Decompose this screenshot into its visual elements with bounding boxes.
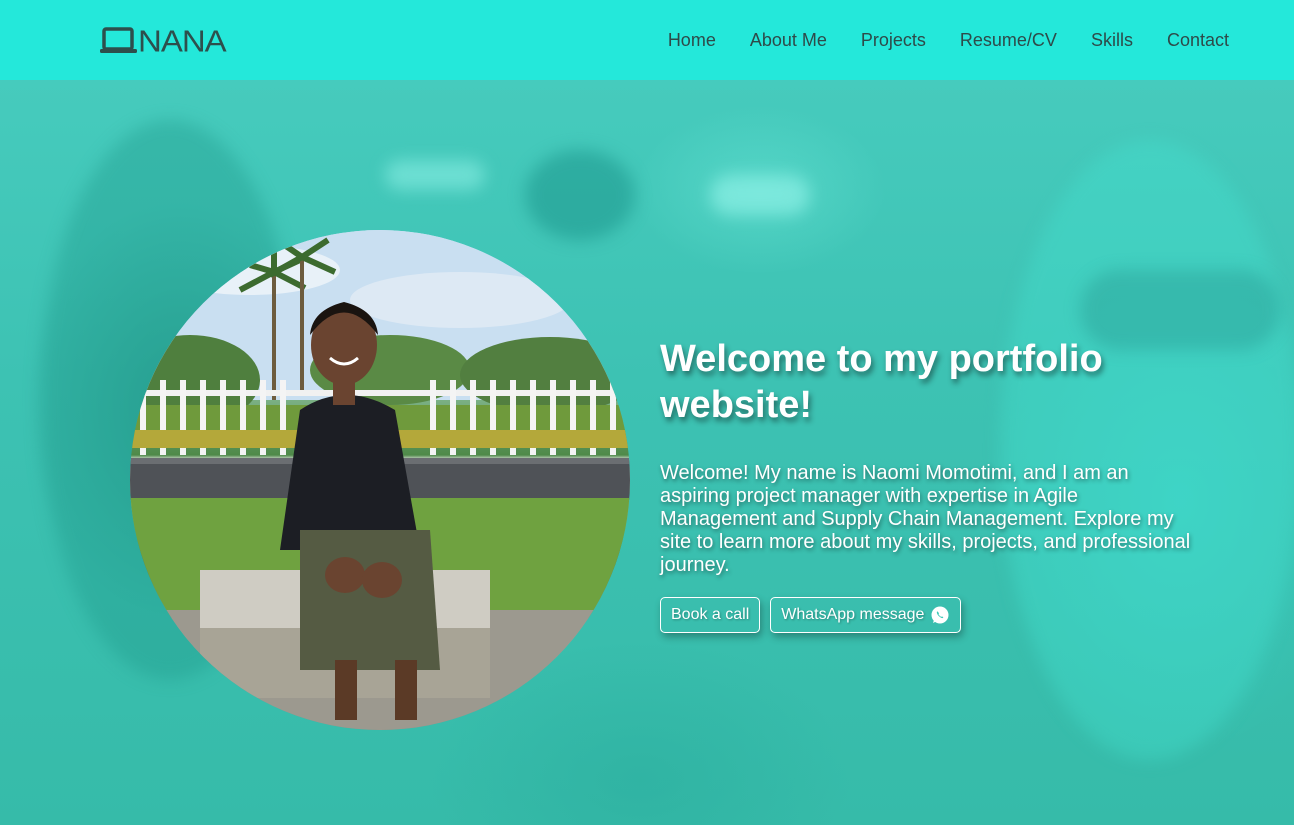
nav-projects[interactable]: Projects [861, 29, 926, 51]
laptop-icon [100, 27, 137, 53]
hero-text: Welcome to my portfolio website! Welcome… [660, 336, 1200, 633]
background-dark-shape [525, 150, 635, 240]
profile-photo [130, 230, 630, 730]
whatsapp-icon [931, 606, 949, 624]
logo[interactable]: NANA [100, 23, 227, 58]
background-light-2 [710, 175, 810, 215]
background-light-1 [385, 160, 485, 190]
book-call-label: Book a call [671, 606, 750, 623]
hero-actions: Book a call WhatsApp message [660, 597, 1200, 633]
whatsapp-label: WhatsApp message [781, 606, 925, 623]
nav-home[interactable]: Home [668, 29, 716, 51]
profile-photo-illustration [130, 230, 630, 730]
nav-contact[interactable]: Contact [1167, 29, 1229, 51]
nav-skills[interactable]: Skills [1091, 29, 1133, 51]
page: NANA Home About Me Projects Resume/CV Sk… [0, 0, 1294, 825]
hero-description: Welcome! My name is Naomi Momotimi, and … [660, 462, 1191, 576]
book-call-button[interactable]: Book a call [660, 597, 761, 633]
navbar: NANA Home About Me Projects Resume/CV Sk… [0, 0, 1294, 80]
hero-title: Welcome to my portfolio website! [660, 338, 1103, 426]
main-nav: Home About Me Projects Resume/CV Skills … [634, 29, 1229, 51]
logo-text: NANA [138, 23, 227, 58]
whatsapp-button[interactable]: WhatsApp message [770, 597, 962, 633]
nav-resume-cv[interactable]: Resume/CV [960, 29, 1057, 51]
nav-about-me[interactable]: About Me [750, 29, 827, 51]
